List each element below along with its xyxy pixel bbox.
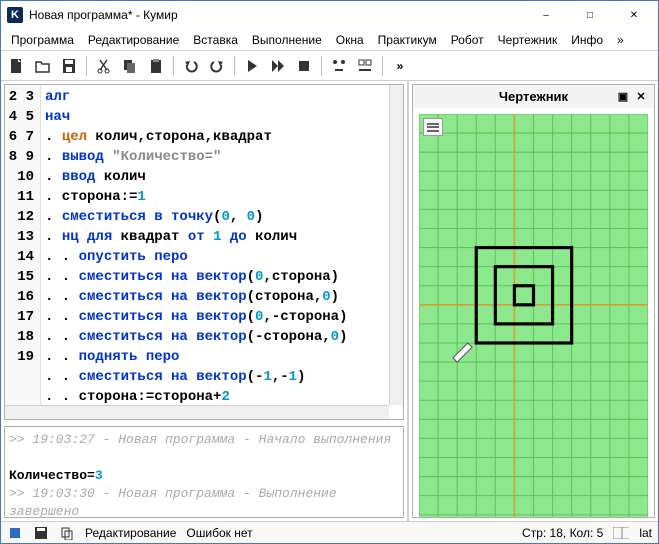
drawer-pane-title: Чертежник ▣ ✕ xyxy=(412,84,655,108)
drawer-maximize-button[interactable]: ▣ xyxy=(614,88,632,106)
status-copy-icon[interactable] xyxy=(59,525,75,541)
new-file-button[interactable] xyxy=(5,54,29,78)
app-icon: K xyxy=(7,7,23,23)
window-title: Новая программа* - Кумир xyxy=(29,8,524,22)
menu-item[interactable]: Выполнение xyxy=(246,31,328,49)
status-errors: Ошибок нет xyxy=(186,526,252,540)
console-line: >> 19:03:27 - Новая программа - Начало в… xyxy=(9,431,399,449)
drawer-title-text: Чертежник xyxy=(499,89,568,104)
editor-scrollbar-h[interactable] xyxy=(5,405,389,419)
menubar: ПрограммаРедактированиеВставкаВыполнение… xyxy=(1,29,658,51)
menu-item[interactable]: Редактирование xyxy=(82,31,185,49)
maximize-button[interactable]: □ xyxy=(568,1,612,29)
right-pane: Чертежник ▣ ✕ xyxy=(409,81,658,521)
menu-item[interactable]: Вставка xyxy=(187,31,244,49)
status-mode: Редактирование xyxy=(85,526,176,540)
gutter: 2 3 4 5 6 7 8 9 10 11 12 13 14 15 16 17 … xyxy=(5,85,41,419)
titlebar: K Новая программа* - Кумир – □ ✕ xyxy=(1,1,658,29)
console-line: Количество=3 xyxy=(9,467,399,485)
step-over-button[interactable] xyxy=(353,54,377,78)
close-button[interactable]: ✕ xyxy=(612,1,656,29)
run-button[interactable] xyxy=(240,54,264,78)
status-stop-icon[interactable] xyxy=(7,525,23,541)
menu-item[interactable]: Окна xyxy=(330,31,370,49)
menu-item[interactable]: Чертежник xyxy=(492,31,564,49)
menu-item[interactable]: Робот xyxy=(445,31,490,49)
stop-button[interactable] xyxy=(292,54,316,78)
undo-button[interactable] xyxy=(179,54,203,78)
code-editor[interactable]: 2 3 4 5 6 7 8 9 10 11 12 13 14 15 16 17 … xyxy=(4,84,404,420)
menu-item[interactable]: Инфо xyxy=(565,31,609,49)
step-button[interactable] xyxy=(327,54,351,78)
menu-item[interactable]: Программа xyxy=(5,31,80,49)
status-save-icon[interactable] xyxy=(33,525,49,541)
drawer-menu-button[interactable] xyxy=(423,118,443,136)
cut-button[interactable] xyxy=(92,54,116,78)
redo-button[interactable] xyxy=(205,54,229,78)
run-fast-button[interactable] xyxy=(266,54,290,78)
menu-item[interactable]: Практикум xyxy=(372,31,443,49)
drawer-canvas-wrap xyxy=(412,108,655,518)
console-line: >> 19:03:30 - Новая программа - Выполнен… xyxy=(9,485,399,518)
copy-button[interactable] xyxy=(118,54,142,78)
drawer-close-button[interactable]: ✕ xyxy=(632,88,650,106)
open-file-button[interactable] xyxy=(31,54,55,78)
console[interactable]: >> 19:03:27 - Новая программа - Начало в… xyxy=(4,426,404,518)
status-lang: lat xyxy=(639,526,652,540)
main-area: 2 3 4 5 6 7 8 9 10 11 12 13 14 15 16 17 … xyxy=(1,81,658,521)
keyboard-icon[interactable] xyxy=(613,525,629,541)
paste-button[interactable] xyxy=(144,54,168,78)
status-position: Стр: 18, Кол: 5 xyxy=(522,526,603,540)
editor-scrollbar-v[interactable] xyxy=(389,85,403,405)
toolbar-more-button[interactable]: » xyxy=(388,54,412,78)
statusbar: Редактирование Ошибок нет Стр: 18, Кол: … xyxy=(1,521,658,543)
code-area[interactable]: алгнач. цел колич,сторона,квадрат. вывод… xyxy=(41,85,403,419)
toolbar: » xyxy=(1,51,658,81)
minimize-button[interactable]: – xyxy=(524,1,568,29)
drawer-canvas[interactable] xyxy=(419,114,648,518)
left-pane: 2 3 4 5 6 7 8 9 10 11 12 13 14 15 16 17 … xyxy=(1,81,409,521)
save-file-button[interactable] xyxy=(57,54,81,78)
menu-item[interactable]: » xyxy=(611,31,630,49)
